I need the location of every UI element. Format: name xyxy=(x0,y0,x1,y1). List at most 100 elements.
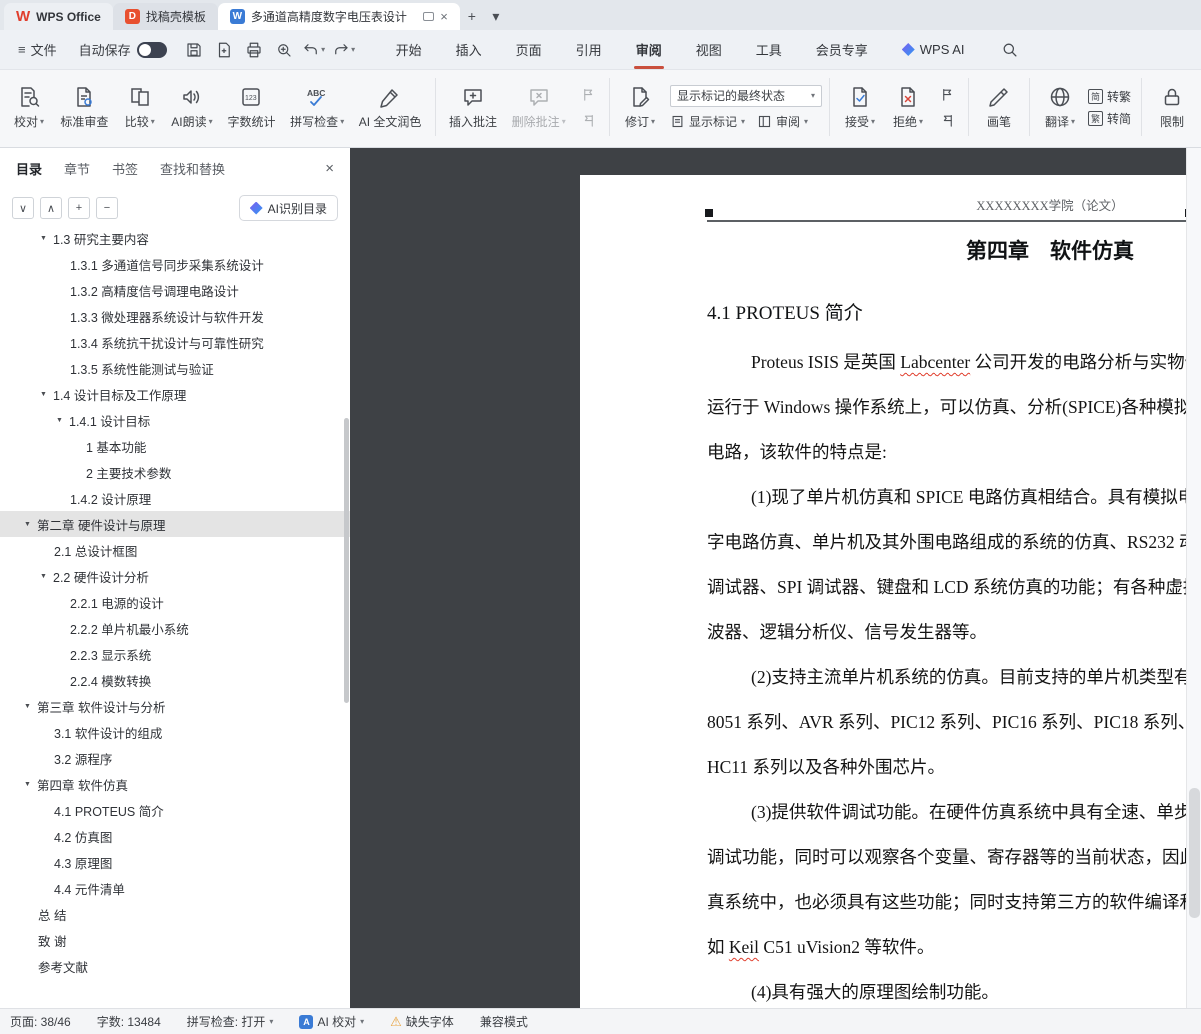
insert-comment-button[interactable]: 插入批注 xyxy=(443,82,504,133)
toc-item[interactable]: 2.2.1 电源的设计 xyxy=(0,589,350,615)
toc-item[interactable]: 2.2.4 模数转换 xyxy=(0,667,350,693)
toc-item[interactable]: 1.3.3 微处理器系统设计与软件开发 xyxy=(0,303,350,329)
missing-font-warning[interactable]: ⚠缺失字体 xyxy=(390,1013,454,1030)
tab-list-dropdown[interactable]: ▾ xyxy=(484,4,508,28)
tab-references[interactable]: 引用 xyxy=(559,30,619,69)
expand-button[interactable]: ∨ xyxy=(12,197,34,219)
tab-close-icon[interactable]: × xyxy=(440,9,448,24)
sidebar-tab-chapters[interactable]: 章节 xyxy=(64,159,90,178)
collapse-caret-icon[interactable]: ▼ xyxy=(24,521,37,528)
tab-wps-ai[interactable]: WPS AI xyxy=(885,30,982,69)
toc-item[interactable]: ▼1.4.1 设计目标 xyxy=(0,407,350,433)
next-comment-button[interactable] xyxy=(577,111,599,129)
toc-item[interactable]: 1 基本功能 xyxy=(0,433,350,459)
collapse-caret-icon[interactable]: ▼ xyxy=(40,391,53,398)
simplified-to-traditional-button[interactable]: 简 转繁 xyxy=(1088,88,1131,105)
ai-read-button[interactable]: AI朗读▾ xyxy=(165,82,219,133)
undo-button[interactable]: ▾ xyxy=(301,37,327,63)
zoom-in-button[interactable]: + xyxy=(68,197,90,219)
vertical-scrollbar[interactable] xyxy=(1186,148,1201,1008)
sidebar-tab-find-replace[interactable]: 查找和替换 xyxy=(160,159,225,178)
ink-pen-button[interactable]: 画笔 xyxy=(976,82,1022,133)
markup-state-select[interactable]: 显示标记的最终状态 ▾ xyxy=(670,85,822,107)
save-button[interactable] xyxy=(181,37,207,63)
toc-item[interactable]: 2.2.2 单片机最小系统 xyxy=(0,615,350,641)
toc-item[interactable]: 2.1 总设计框图 xyxy=(0,537,350,563)
restrict-edit-button[interactable]: 限制 xyxy=(1149,82,1195,133)
sidebar-scrollbar[interactable] xyxy=(344,418,349,703)
collapse-caret-icon[interactable]: ▼ xyxy=(40,573,53,580)
toc-item[interactable]: 2.2.3 显示系统 xyxy=(0,641,350,667)
tab-tools[interactable]: 工具 xyxy=(739,30,799,69)
toc-item[interactable]: 4.2 仿真图 xyxy=(0,823,350,849)
zoom-out-button[interactable]: − xyxy=(96,197,118,219)
toc-item[interactable]: ▼第四章 软件仿真 xyxy=(0,771,350,797)
collapse-caret-icon[interactable]: ▼ xyxy=(40,235,53,242)
compare-button[interactable]: 比较▾ xyxy=(117,82,163,133)
tab-current-document[interactable]: W 多通道高精度数字电压表设计 × xyxy=(218,3,460,30)
toc-item[interactable]: 1.4.2 设计原理 xyxy=(0,485,350,511)
new-tab-button[interactable]: + xyxy=(460,4,484,28)
delete-comment-button[interactable]: 删除批注▾ xyxy=(505,82,572,133)
tab-review[interactable]: 审阅 xyxy=(619,30,679,69)
toc-item[interactable]: ▼1.4 设计目标及工作原理 xyxy=(0,381,350,407)
standard-review-button[interactable]: 标准审查 xyxy=(54,82,115,133)
toc-item[interactable]: 4.3 原理图 xyxy=(0,849,350,875)
redo-button[interactable]: ▾ xyxy=(331,37,357,63)
toc-item[interactable]: 致 谢 xyxy=(0,927,350,953)
toc-item[interactable]: 2 主要技术参数 xyxy=(0,459,350,485)
autosave-toggle[interactable] xyxy=(137,42,167,58)
ai-proofread-status[interactable]: AAI 校对▾ xyxy=(299,1013,364,1030)
prev-comment-button[interactable] xyxy=(577,85,599,103)
toc-item-selected[interactable]: ▼第二章 硬件设计与原理 xyxy=(0,511,350,537)
tab-comment-icon[interactable] xyxy=(423,12,434,21)
toc-item[interactable]: 1.3.4 系统抗干扰设计与可靠性研究 xyxy=(0,329,350,355)
scrollbar-thumb[interactable] xyxy=(1189,788,1200,918)
toc-item[interactable]: 4.1 PROTEUS 简介 xyxy=(0,797,350,823)
search-button[interactable] xyxy=(995,36,1023,64)
ai-recognize-toc-button[interactable]: AI识别目录 xyxy=(239,195,338,221)
collapse-caret-icon[interactable]: ▼ xyxy=(56,417,69,424)
toc-item[interactable]: ▼2.2 硬件设计分析 xyxy=(0,563,350,589)
word-count-button[interactable]: 123 字数统计 xyxy=(221,82,282,133)
tab-view[interactable]: 视图 xyxy=(679,30,739,69)
toc-item[interactable]: 1.3.1 多通道信号同步采集系统设计 xyxy=(0,251,350,277)
prev-change-button[interactable] xyxy=(936,85,958,103)
track-changes-button[interactable]: 修订▾ xyxy=(617,82,663,133)
print-button[interactable] xyxy=(241,37,267,63)
show-markup-button[interactable]: 显示标记▾ xyxy=(670,113,745,130)
tab-home[interactable]: 开始 xyxy=(379,30,439,69)
toc-item[interactable]: 1.3.5 系统性能测试与验证 xyxy=(0,355,350,381)
spellcheck-status[interactable]: 拼写检查: 打开▾ xyxy=(187,1013,274,1030)
ai-polish-button[interactable]: AI 全文润色 xyxy=(353,82,428,133)
review-pane-button[interactable]: 审阅▾ xyxy=(757,113,808,130)
toc-item[interactable]: ▼第三章 软件设计与分析 xyxy=(0,693,350,719)
file-menu-button[interactable]: ≡ 文件 xyxy=(10,30,65,69)
reject-button[interactable]: 拒绝▾ xyxy=(885,82,931,133)
next-change-button[interactable] xyxy=(936,111,958,129)
toc-item[interactable]: 参考文献 xyxy=(0,953,350,979)
print-preview-button[interactable] xyxy=(271,37,297,63)
toc-item[interactable]: 3.1 软件设计的组成 xyxy=(0,719,350,745)
tab-docer-template[interactable]: D 找稿壳模板 xyxy=(113,3,218,30)
tab-membership[interactable]: 会员专享 xyxy=(799,30,885,69)
toc-item[interactable]: 4.4 元件清单 xyxy=(0,875,350,901)
sidebar-tab-contents[interactable]: 目录 xyxy=(16,159,42,178)
translate-button[interactable]: 翻译▾ xyxy=(1037,82,1083,133)
proofread-button[interactable]: 校对▾ xyxy=(6,82,52,133)
collapse-caret-icon[interactable]: ▼ xyxy=(24,781,37,788)
toc-item[interactable]: 3.2 源程序 xyxy=(0,745,350,771)
toc-item[interactable]: 1.3.2 高精度信号调理电路设计 xyxy=(0,277,350,303)
sidebar-tab-bookmarks[interactable]: 书签 xyxy=(112,159,138,178)
page-indicator[interactable]: 页面: 38/46 xyxy=(10,1013,71,1030)
collapse-caret-icon[interactable]: ▼ xyxy=(24,703,37,710)
toc-item[interactable]: 总 结 xyxy=(0,901,350,927)
document-page[interactable]: XXXXXXXX学院（论文） 第四章 软件仿真 4.1 PROTEUS 简介 P… xyxy=(580,175,1201,1008)
accept-button[interactable]: 接受▾ xyxy=(837,82,883,133)
sidebar-close-icon[interactable]: × xyxy=(325,160,334,177)
tab-page[interactable]: 页面 xyxy=(499,30,559,69)
traditional-to-simplified-button[interactable]: 繁 转简 xyxy=(1088,110,1131,127)
wps-home-tab[interactable]: W WPS Office xyxy=(4,3,113,30)
tab-insert[interactable]: 插入 xyxy=(439,30,499,69)
word-count-indicator[interactable]: 字数: 13484 xyxy=(97,1013,161,1030)
